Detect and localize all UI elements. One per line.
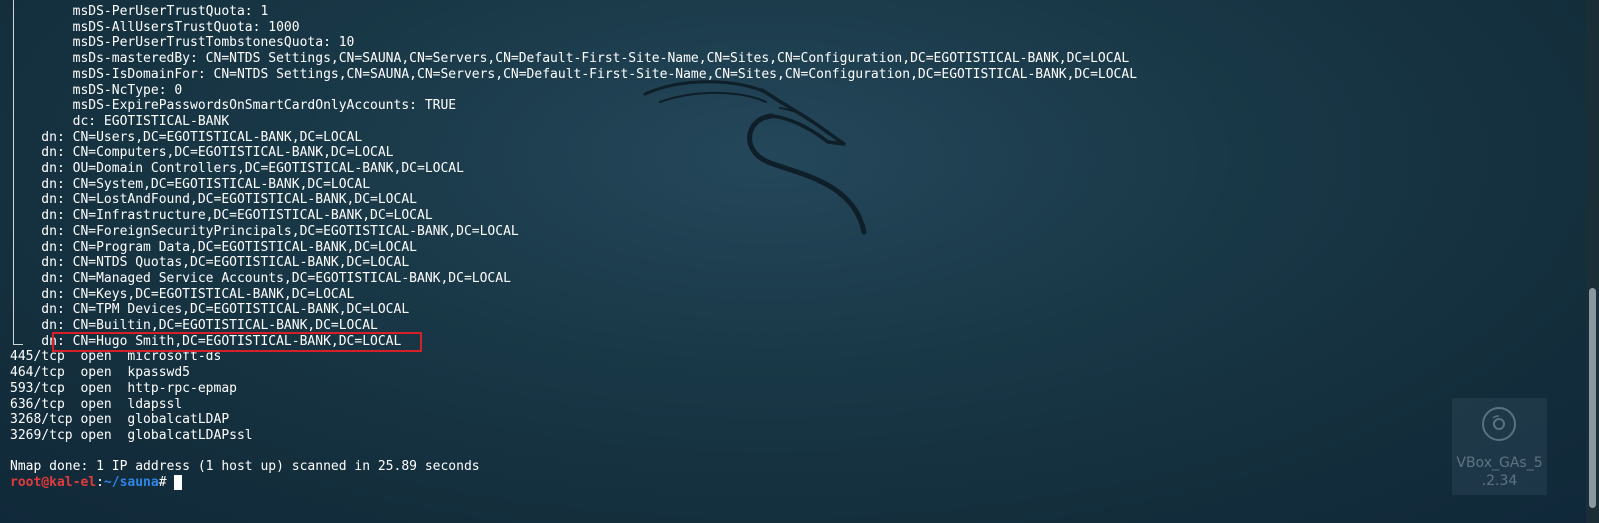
output-line: dn: CN=Users,DC=EGOTISTICAL-BANK,DC=LOCA… <box>10 129 363 145</box>
output-line: dn: OU=Domain Controllers,DC=EGOTISTICAL… <box>10 161 464 176</box>
output-line: dn: CN=ForeignSecurityPrincipals,DC=EGOT… <box>10 223 519 239</box>
output-line: dn: CN=LostAndFound,DC=EGOTISTICAL-BANK,… <box>10 192 417 208</box>
desktop-icon-label: VBox_GAs_5 .2.34 <box>1456 455 1543 489</box>
output-line: dn: CN=Keys,DC=EGOTISTICAL-BANK,DC=LOCAL <box>10 286 355 302</box>
output-line: msDS-NcType: 0 <box>10 82 183 98</box>
output-line: dn: CN=Program Data,DC=EGOTISTICAL-BANK,… <box>10 239 417 255</box>
desktop-icon-vbox-gas[interactable]: VBox_GAs_5 .2.34 <box>1452 398 1547 495</box>
output-line: msDS-IsDomainFor: CN=NTDS Settings,CN=SA… <box>10 66 1138 82</box>
output-line: dn: CN=Managed Service Accounts,DC=EGOTI… <box>10 270 511 286</box>
port-line: 636/tcp open ldapssl <box>10 396 183 412</box>
output-line: msDS-AllUsersTrustQuota: 1000 <box>10 19 300 35</box>
port-line: 3268/tcp open globalcatLDAP <box>10 412 230 428</box>
output-line: msDs-masteredBy: CN=NTDS Settings,CN=SAU… <box>10 51 1130 67</box>
output-line: msDS-PerUserTrustTombstonesQuota: 10 <box>10 35 355 51</box>
shell-prompt[interactable]: root@kal-el:~/sauna# <box>10 475 174 491</box>
port-line: 464/tcp open kpasswd5 <box>10 365 191 381</box>
output-line: dn: CN=Computers,DC=EGOTISTICAL-BANK,DC=… <box>10 145 394 161</box>
output-line: msDS-PerUserTrustQuota: 1 <box>10 4 269 19</box>
port-line: 593/tcp open http-rpc-epmap <box>10 380 237 396</box>
terminal-window[interactable]: msDS-PerUserTrustQuota: 1 msDS-AllUsersT… <box>0 0 1586 523</box>
prompt-user-host: root@kal-el <box>10 475 97 490</box>
nmap-summary-line: Nmap done: 1 IP address (1 host up) scan… <box>10 459 480 475</box>
output-line: dn: CN=Infrastructure,DC=EGOTISTICAL-BAN… <box>10 208 433 224</box>
prompt-symbol: # <box>158 475 175 490</box>
prompt-path: ~/sauna <box>103 475 159 490</box>
highlight-box <box>52 332 422 352</box>
cd-disc-icon <box>1482 407 1516 441</box>
text-cursor <box>174 475 182 490</box>
output-line: dn: CN=System,DC=EGOTISTICAL-BANK,DC=LOC… <box>10 176 371 192</box>
output-line: dn: CN=NTDS Quotas,DC=EGOTISTICAL-BANK,D… <box>10 255 410 271</box>
prompt-separator: : <box>96 475 104 490</box>
kali-dragon-logo <box>643 80 867 235</box>
output-line: dn: CN=TPM Devices,DC=EGOTISTICAL-BANK,D… <box>10 302 410 318</box>
scrollbar-track[interactable] <box>1586 0 1599 523</box>
output-line: dc: EGOTISTICAL-BANK <box>10 113 230 129</box>
port-line: 3269/tcp open globalcatLDAPssl <box>10 427 253 443</box>
scrollbar-thumb[interactable] <box>1589 288 1596 508</box>
output-line: msDS-ExpirePasswordsOnSmartCardOnlyAccou… <box>10 98 457 114</box>
